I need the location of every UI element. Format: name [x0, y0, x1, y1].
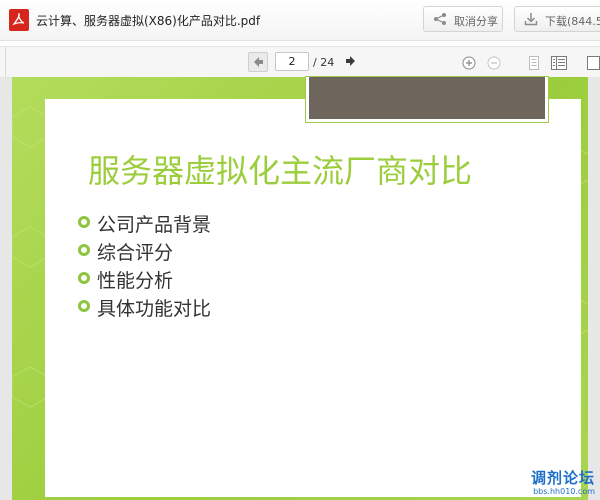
toolbar-divider: [5, 47, 6, 77]
prev-page-icon: [254, 57, 263, 67]
bullet-icon: [78, 244, 90, 256]
thumbnail-view-icon: [551, 56, 567, 70]
single-page-view-icon: [529, 56, 539, 70]
page-number-input[interactable]: 2: [275, 52, 309, 71]
zoom-out-icon: [487, 56, 501, 70]
share-icon: [433, 12, 447, 29]
page-total: / 24: [313, 56, 335, 69]
slide-title: 服务器虚拟化主流厂商对比: [88, 152, 473, 190]
next-page-button[interactable]: [341, 52, 361, 72]
viewer-toolbar: 2 / 24: [0, 46, 600, 78]
bullet-icon: [78, 272, 90, 284]
zoom-in-icon: [462, 56, 476, 70]
download-button[interactable]: 下载(844.51: [514, 6, 600, 32]
bullet-text: 综合评分: [97, 242, 174, 264]
slide-header-block: [306, 77, 548, 122]
download-icon: [524, 12, 538, 29]
watermark-logo-text: 调剂论坛: [530, 469, 595, 487]
thumbnail-view-button[interactable]: [551, 55, 567, 74]
bullet-text: 具体功能对比: [97, 298, 212, 320]
bullet-icon: [78, 216, 90, 228]
fullscreen-icon: [587, 56, 600, 70]
watermark-url: bbs.hh010.com: [533, 487, 595, 496]
fullscreen-button[interactable]: [587, 55, 600, 74]
title-bar: 云计算、服务器虚拟(X86)化产品对比.pdf 取消分享 下载(844.51: [0, 0, 600, 41]
pdf-icon: [9, 9, 29, 31]
file-title: 云计算、服务器虚拟(X86)化产品对比.pdf: [36, 14, 261, 28]
download-label: 下载(844.51: [545, 15, 600, 28]
bullet-icon: [78, 300, 90, 312]
unshare-label: 取消分享: [454, 15, 498, 28]
zoom-out-button[interactable]: [487, 55, 501, 74]
bullet-text: 性能分析: [97, 270, 174, 292]
prev-page-button[interactable]: [248, 52, 268, 72]
zoom-in-button[interactable]: [462, 55, 476, 74]
single-page-view-button[interactable]: [528, 55, 540, 74]
unshare-button[interactable]: 取消分享: [423, 6, 503, 32]
forum-watermark: 调剂论坛 bbs.hh010.com: [523, 467, 595, 496]
bullet-text: 公司产品背景: [97, 214, 212, 236]
next-page-icon: [346, 56, 355, 66]
